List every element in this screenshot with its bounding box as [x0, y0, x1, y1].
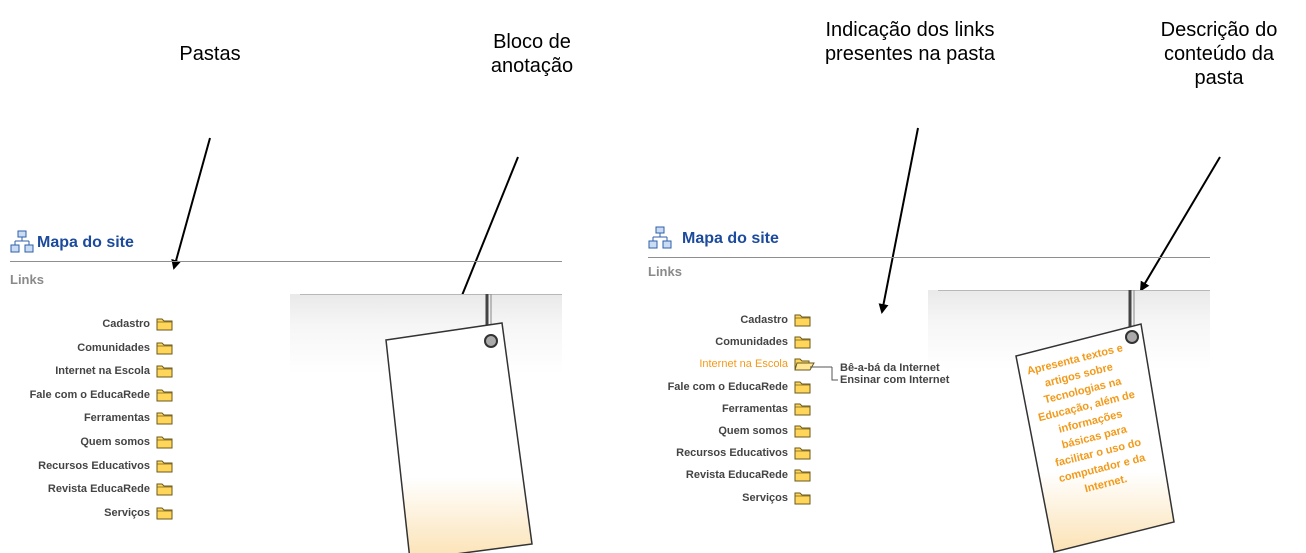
folder-label: Fale com o EducaRede [667, 380, 788, 393]
folder-label: Recursos Educativos [38, 459, 150, 472]
folder-label: Quem somos [718, 425, 788, 437]
folder-icon [794, 314, 811, 327]
annotation-note-blank [385, 294, 533, 553]
folder-icon [794, 469, 811, 482]
folder-item[interactable]: Revista EducaRede [10, 478, 178, 500]
folder-icon [794, 403, 811, 416]
folder-icon [156, 365, 173, 378]
sitemap-panel-right: Mapa do site Links Cadastro Comunidades In… [648, 220, 1306, 553]
title-divider [648, 257, 1210, 258]
folder-item[interactable]: Comunidades [10, 337, 178, 359]
title-divider [10, 261, 562, 262]
folder-label: Internet na Escola [55, 365, 150, 378]
folder-icon [794, 425, 811, 438]
folder-item[interactable]: Recursos Educativos [648, 442, 816, 464]
folder-label: Fale com o EducaRede [29, 388, 150, 401]
folder-icon [156, 389, 173, 402]
folder-item[interactable]: Ferramentas [648, 398, 816, 420]
links-label: Links [10, 272, 44, 287]
folder-icon [156, 342, 173, 355]
folder-label: Revista EducaRede [685, 469, 788, 482]
sitemap-panel-left: Mapa do site Links Cadastro Comunidades In… [10, 220, 570, 553]
sublinks-connector [810, 366, 838, 381]
folder-item[interactable]: Ferramentas [10, 407, 178, 429]
folder-item[interactable]: Recursos Educativos [10, 455, 178, 477]
folder-label: Comunidades [715, 336, 788, 349]
page-title: Mapa do site [37, 234, 134, 251]
folder-label: Comunidades [77, 341, 150, 354]
folder-item[interactable]: Cadastro [648, 309, 816, 331]
folder-icon [156, 483, 173, 496]
page-title: Mapa do site [682, 230, 779, 247]
folder-label: Ferramentas [83, 412, 150, 425]
sitemap-icon [10, 230, 34, 253]
folder-icon [156, 318, 173, 331]
folder-item[interactable]: Fale com o EducaRede [648, 376, 816, 398]
folder-label: Cadastro [740, 314, 788, 326]
sublink-item[interactable]: Ensinar com Internet [840, 374, 949, 386]
folder-item[interactable]: Quem somos [10, 431, 178, 453]
folder-label: Quem somos [80, 436, 150, 448]
sublink-item[interactable]: Bê-a-bá da Internet [840, 362, 949, 374]
links-label: Links [648, 264, 682, 279]
folder-item[interactable]: Cadastro [10, 313, 178, 335]
folder-label: Serviços [104, 506, 150, 519]
folder-icon [156, 507, 173, 520]
folder-icon [156, 436, 173, 449]
folder-icon [794, 381, 811, 394]
sublinks: Bê-a-bá da Internet Ensinar com Internet [840, 362, 949, 386]
folder-item[interactable]: Serviços [648, 487, 816, 509]
folder-label: Recursos Educativos [676, 447, 788, 460]
folder-item[interactable]: Comunidades [648, 331, 816, 353]
folder-label: Serviços [742, 491, 788, 504]
folder-item[interactable]: Internet na Escola [10, 360, 178, 382]
folder-label: Ferramentas [721, 402, 788, 415]
folder-icon [156, 412, 173, 425]
folder-item[interactable]: Fale com o EducaRede [10, 384, 178, 406]
folder-item[interactable]: Quem somos [648, 420, 816, 442]
folder-item[interactable]: Internet na Escola [648, 353, 816, 375]
folder-item[interactable]: Revista EducaRede [648, 464, 816, 486]
sitemap-icon [648, 226, 672, 249]
folder-icon [794, 492, 811, 505]
folder-label: Cadastro [102, 318, 150, 330]
folder-item[interactable]: Serviços [10, 502, 178, 524]
folder-icon [794, 336, 811, 349]
folder-icon [794, 447, 811, 460]
folder-label: Internet na Escola [699, 358, 788, 371]
folder-icon [156, 460, 173, 473]
folder-label: Revista EducaRede [47, 483, 150, 496]
